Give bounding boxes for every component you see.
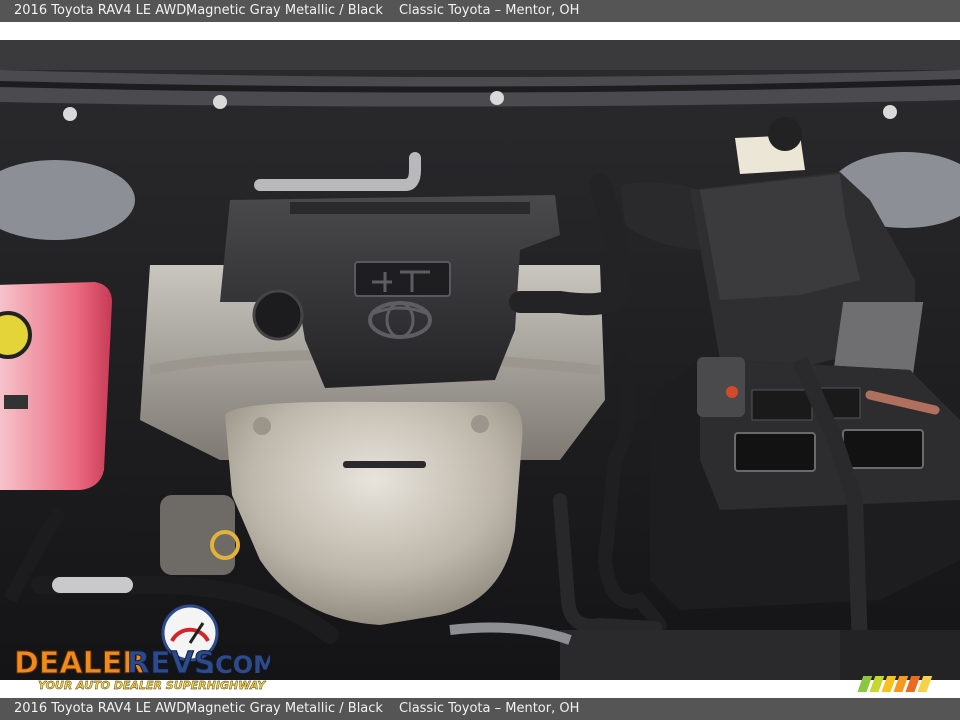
watermark-tagline: YOUR AUTO DEALER SUPERHIGHWAY xyxy=(38,679,266,692)
caption-dealer: Classic Toyota – Mentor, OH xyxy=(399,701,580,716)
oil-cap xyxy=(252,289,304,341)
caption-color: Magnetic Gray Metallic / Black xyxy=(186,701,383,716)
caption-vehicle: 2016 Toyota RAV4 LE AWD, xyxy=(14,3,191,18)
caption-bar-bottom: 2016 Toyota RAV4 LE AWD, Magnetic Gray M… xyxy=(0,698,960,720)
watermark-brand-b: REVS xyxy=(127,646,215,681)
dealerrevs-watermark: DEALER REVS .COM YOUR AUTO DEALER SUPERH… xyxy=(10,583,277,693)
dealerrevs-logo-icon: DEALER REVS .COM YOUR AUTO DEALER SUPERH… xyxy=(14,604,277,692)
caption-color: Magnetic Gray Metallic / Black xyxy=(186,3,383,18)
caption-dealer: Classic Toyota – Mentor, OH xyxy=(399,3,580,18)
caption-bar-top: 2016 Toyota RAV4 LE AWD, Magnetic Gray M… xyxy=(0,0,960,22)
watermark-brand-c: .COM xyxy=(206,651,270,679)
stripes-logo-icon xyxy=(856,674,934,694)
caption-vehicle: 2016 Toyota RAV4 LE AWD, xyxy=(14,701,191,716)
watermark-brand-a: DEALER xyxy=(14,646,145,681)
